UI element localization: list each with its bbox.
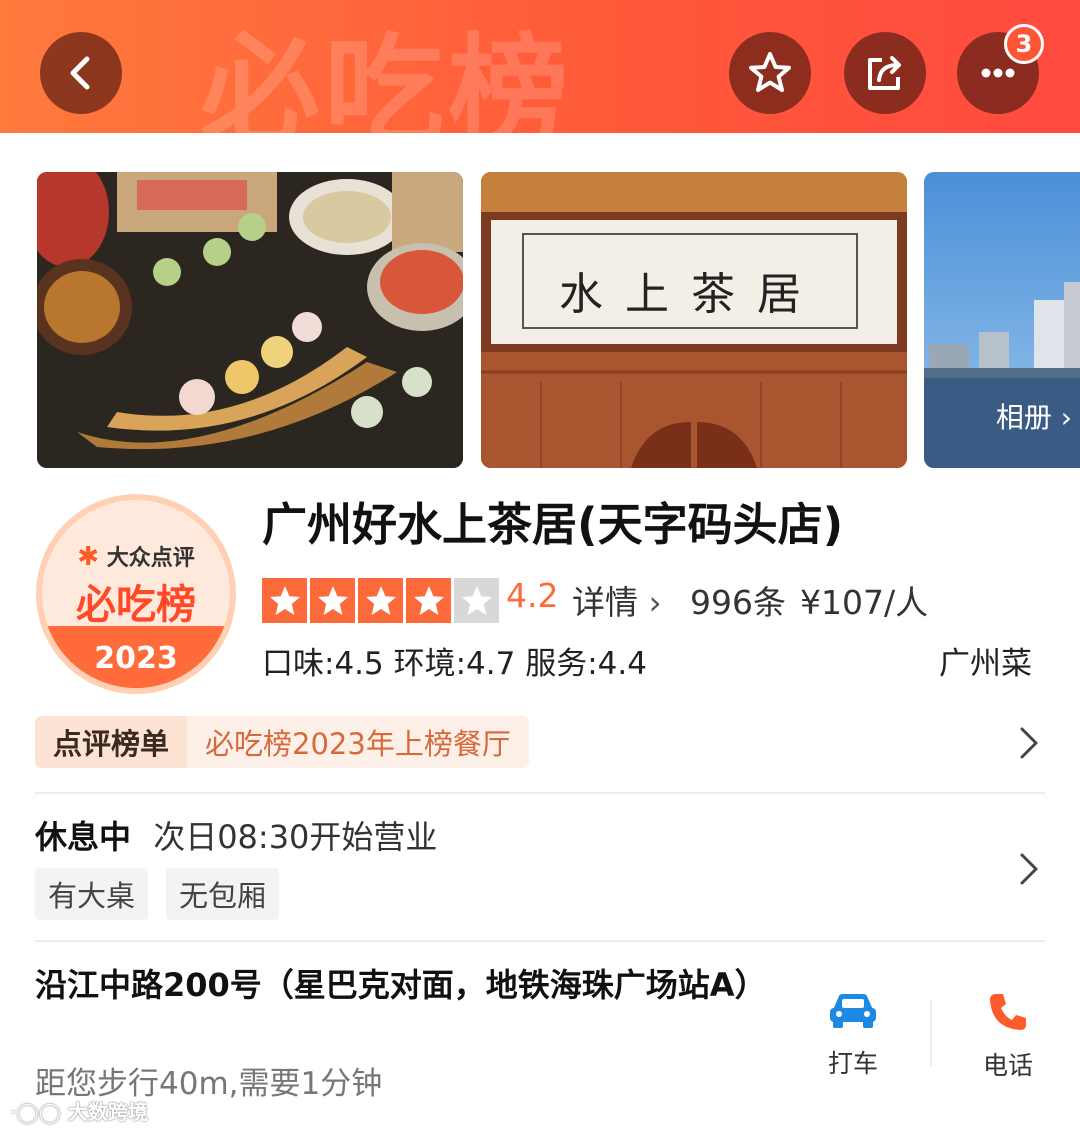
rank-text: 必吃榜2023年上榜餐厅 [187,716,529,768]
storefront-photo[interactable]: 水上茶居 [481,172,907,468]
favorite-button[interactable] [729,32,811,114]
shop-address[interactable]: 沿江中路200号（星巴克对面，地铁海珠广场站A） [35,962,767,1008]
rank-label: 点评榜单 [35,716,188,768]
chevron-right-icon[interactable] [1018,852,1040,886]
taxi-button[interactable]: 打车 [803,990,903,1080]
award-person-icon: ✱ [77,542,100,572]
cuisine-type: 广州菜 [939,646,1032,682]
shop-sign-text: 水上茶居 [559,269,823,320]
review-count: 996条 [690,583,786,622]
star-icon [310,578,355,623]
watermark: ᐧ◯◯ 大数跨境 [10,1096,148,1125]
back-button[interactable] [40,32,122,114]
business-status: 休息中 [35,818,132,856]
chevron-right-icon[interactable] [1018,726,1040,760]
divider [35,940,1045,942]
album-link[interactable]: 相册 › [996,396,1072,436]
star-icon [358,578,403,623]
car-icon [830,994,876,1028]
star-icon [406,578,451,623]
banner-bg-text: 必吃榜 [200,23,572,133]
detail-link-label: 详情 [572,583,638,622]
detail-link[interactable]: 详情 › [572,576,662,624]
star-icon [749,52,791,92]
award-year: 2023 [94,641,178,676]
star-icon [262,578,307,623]
street-photo[interactable]: 相册 › [924,172,1080,468]
phone-button[interactable]: 电话 [958,990,1058,1082]
divider [930,1000,932,1066]
sub-scores: 口味:4.5 环境:4.7 服务:4.4 [262,646,647,682]
facility-tag: 有大桌 [35,868,149,920]
shop-name: 广州好水上茶居(天字码头店) [262,498,844,551]
star-rating [262,578,499,623]
rank-banner[interactable]: 点评榜单 必吃榜2023年上榜餐厅 [35,716,529,768]
food-photo-illustration [37,172,463,468]
chevron-right-icon: › [638,583,662,622]
phone-icon [990,994,1026,1030]
award-brand: 大众点评 [106,546,195,571]
must-eat-award-logo: ✱ 大众点评 必吃榜 2023 [36,494,236,694]
business-hours[interactable]: 休息中 次日08:30开始营业 [35,812,437,858]
phone-label: 电话 [982,1051,1033,1080]
watermark-logo-icon: ᐧ◯◯ [10,1100,68,1124]
taxi-label: 打车 [827,1049,878,1078]
divider [35,792,1045,794]
share-icon [868,56,901,90]
star-empty-icon [454,578,499,623]
award-title: 必吃榜 [76,582,196,628]
next-open-time: 次日08:30开始营业 [153,818,438,856]
facility-tag: 无包厢 [166,868,280,920]
food-photo[interactable] [37,172,463,468]
back-arrow-icon [70,56,90,90]
top-banner: 必吃榜 [0,0,1080,133]
price-per-person: ¥107/人 [800,583,929,622]
watermark-text: 大数跨境 [67,1100,148,1124]
share-button[interactable] [844,32,926,114]
notification-badge: 3 [1004,24,1044,64]
rating-score: 4.2 [506,576,559,615]
